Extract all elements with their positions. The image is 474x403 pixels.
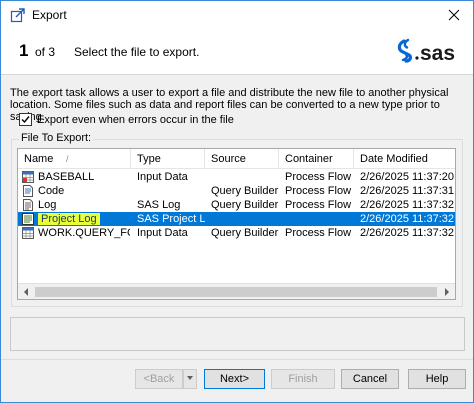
- scroll-right-icon[interactable]: [439, 284, 455, 300]
- export-on-errors-label: Export even when errors occur in the fil…: [37, 113, 234, 126]
- cell-container: Process Flow: [285, 199, 352, 211]
- column-source[interactable]: Source: [205, 149, 279, 169]
- cell-container: Process Flow: [285, 171, 352, 183]
- cell-date: 2/26/2025 11:37:32 AM: [360, 213, 455, 225]
- cell-name: Log: [38, 199, 57, 211]
- sas-logo: sas: [397, 38, 455, 65]
- next-button[interactable]: Next>: [204, 369, 265, 389]
- cell-source: Query Builder: [211, 199, 279, 211]
- column-container[interactable]: Container: [279, 149, 354, 169]
- cell-type: Input Data: [137, 171, 188, 183]
- export-on-errors-checkbox[interactable]: [19, 113, 32, 126]
- dataset-icon: [22, 171, 34, 183]
- scroll-left-icon[interactable]: [18, 284, 34, 300]
- cell-source: Query Builder: [211, 227, 279, 239]
- horizontal-scrollbar[interactable]: [18, 283, 455, 299]
- step-of: of 3: [35, 45, 56, 59]
- cell-container: Process Flow: [285, 185, 352, 197]
- column-date-modified[interactable]: Date Modified: [354, 149, 455, 169]
- title-bar: Export: [1, 1, 473, 29]
- export-on-errors-option[interactable]: Export even when errors occur in the fil…: [19, 113, 234, 126]
- help-button[interactable]: Help: [408, 369, 466, 389]
- code-icon: [23, 185, 33, 197]
- highlighted-name: Project Log: [38, 213, 100, 225]
- cell-type: SAS Log: [137, 199, 181, 211]
- table-row-selected[interactable]: Project Log SAS Project L... 2/26/2025 1…: [18, 212, 455, 226]
- file-list[interactable]: Name / Type Source Container Date Modifi…: [17, 148, 456, 300]
- cell-name: WORK.QUERY_FO...: [38, 227, 130, 239]
- table-row[interactable]: Log SAS Log Query Builder Process Flow 2…: [18, 198, 455, 212]
- table-row[interactable]: Code Query Builder Process Flow 2/26/202…: [18, 184, 455, 198]
- cell-date: 2/26/2025 11:37:20 AM: [360, 171, 455, 183]
- cell-name: Code: [38, 185, 65, 197]
- cancel-button[interactable]: Cancel: [341, 369, 399, 389]
- status-panel: [10, 317, 465, 351]
- close-icon[interactable]: [439, 5, 469, 25]
- cell-type: SAS Project L...: [137, 213, 205, 225]
- cell-date: 2/26/2025 11:37:32 AM: [360, 227, 455, 239]
- cell-container: Process Flow: [285, 227, 352, 239]
- cell-container: [285, 212, 354, 226]
- cell-source: Query Builder: [211, 185, 279, 197]
- table-row[interactable]: BASEBALL Input Data Process Flow 2/26/20…: [18, 170, 455, 184]
- checkmark-icon: [21, 116, 30, 124]
- cell-date: 2/26/2025 11:37:32 AM: [360, 199, 455, 211]
- back-dropdown-button[interactable]: [183, 369, 197, 389]
- cell-source: [211, 170, 279, 184]
- cell-name: BASEBALL: [38, 171, 95, 183]
- cell-type: Input Data: [137, 227, 188, 239]
- export-dialog: Export 1 of 3 Select the file to export.…: [0, 0, 474, 403]
- window-title: Export: [32, 8, 67, 22]
- export-icon: [10, 8, 25, 23]
- cell-type: [137, 184, 205, 198]
- button-separator: [1, 359, 473, 360]
- file-list-header: Name / Type Source Container Date Modifi…: [18, 149, 455, 169]
- wizard-header: 1 of 3 Select the file to export. sas: [1, 29, 473, 75]
- svg-text:sas: sas: [420, 42, 455, 65]
- file-to-export-label: File To Export:: [19, 132, 94, 144]
- column-name[interactable]: Name /: [18, 149, 131, 169]
- column-type[interactable]: Type: [131, 149, 205, 169]
- chevron-down-icon: [187, 376, 193, 380]
- sort-indicator: /: [66, 154, 69, 164]
- step-number: 1: [19, 41, 29, 60]
- project-log-icon: [22, 213, 34, 225]
- scroll-thumb[interactable]: [35, 287, 437, 297]
- back-button[interactable]: <Back: [135, 369, 183, 389]
- step-title: Select the file to export.: [74, 45, 200, 59]
- finish-button[interactable]: Finish: [271, 369, 335, 389]
- cell-source: [211, 212, 279, 226]
- log-icon: [23, 199, 33, 211]
- cell-date: 2/26/2025 11:37:31 AM: [360, 185, 455, 197]
- table-row[interactable]: WORK.QUERY_FO... Input Data Query Builde…: [18, 226, 455, 240]
- dataset-icon: [22, 227, 34, 239]
- cell-name: Project Log: [38, 212, 130, 226]
